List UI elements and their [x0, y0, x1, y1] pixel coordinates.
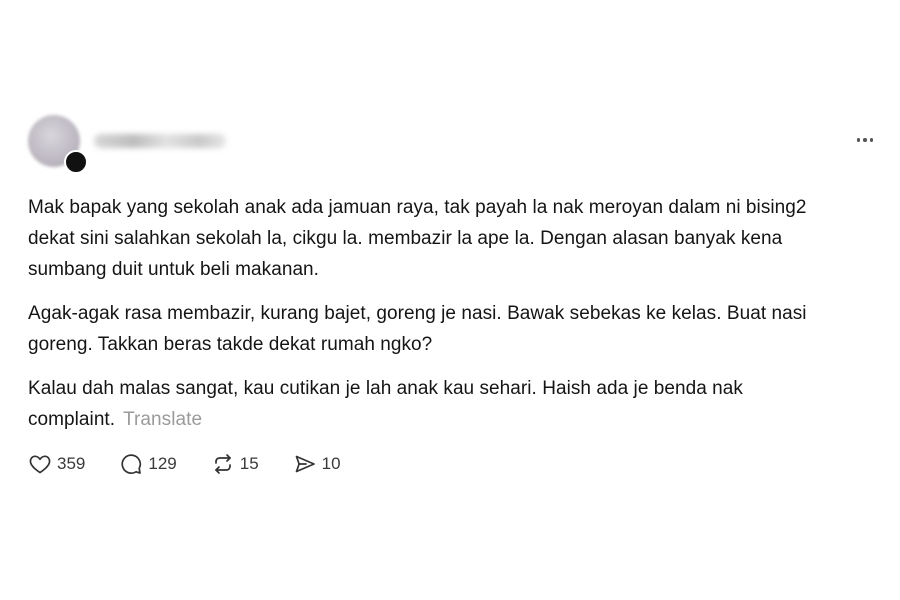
reply-count: 129: [148, 454, 177, 473]
like-button[interactable]: 359: [28, 452, 85, 476]
post-body: Mak bapak yang sekolah anak ada jamuan r…: [28, 192, 848, 448]
comment-icon: [121, 454, 142, 474]
repost-button[interactable]: 15: [211, 452, 259, 476]
post-actions: 359 129 15 10: [28, 452, 375, 476]
post-paragraph: Agak-agak rasa membazir, kurang bajet, g…: [28, 303, 807, 355]
share-count: 10: [321, 454, 341, 473]
heart-icon: [29, 455, 51, 474]
avatar-badge: [64, 150, 88, 174]
repost-count: 15: [239, 454, 259, 473]
like-count: 359: [57, 454, 86, 473]
more-horizontal-icon: [856, 138, 861, 142]
repost-icon: [214, 454, 231, 474]
translate-link[interactable]: Translate: [123, 409, 202, 430]
post-paragraph: Mak bapak yang sekolah anak ada jamuan r…: [28, 197, 807, 280]
post-header: [28, 112, 880, 176]
reply-button[interactable]: 129: [119, 452, 177, 476]
thread-post: Mak bapak yang sekolah anak ada jamuan r…: [28, 112, 880, 474]
share-button[interactable]: 10: [293, 452, 341, 476]
more-options-button[interactable]: [850, 130, 880, 150]
share-icon: [295, 455, 315, 473]
post-paragraph: Kalau dah malas sangat, kau cutikan je l…: [28, 373, 848, 435]
username-redacted[interactable]: [94, 134, 226, 148]
